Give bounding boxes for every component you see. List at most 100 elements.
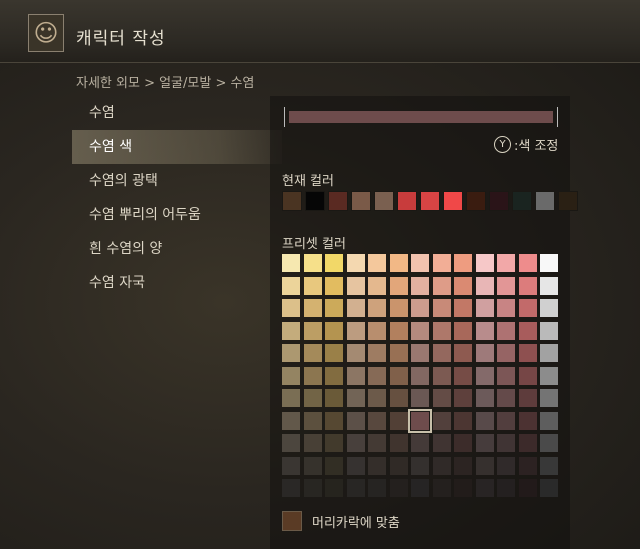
current-color-swatch[interactable] bbox=[282, 191, 302, 211]
preset-color-swatch[interactable] bbox=[540, 411, 558, 430]
preset-color-swatch[interactable] bbox=[325, 389, 343, 407]
preset-color-swatch[interactable] bbox=[497, 344, 515, 362]
preset-color-swatch[interactable] bbox=[475, 479, 494, 497]
preset-color-swatch[interactable] bbox=[475, 456, 494, 475]
preset-color-swatch[interactable] bbox=[303, 479, 322, 497]
menu-item-stubble[interactable]: 수염 자국 bbox=[72, 266, 282, 300]
preset-color-swatch[interactable] bbox=[475, 366, 494, 385]
preset-color-swatch[interactable] bbox=[518, 254, 537, 272]
current-color-swatch[interactable] bbox=[443, 191, 463, 211]
preset-color-swatch[interactable] bbox=[540, 366, 558, 385]
preset-color-swatch[interactable] bbox=[346, 389, 365, 407]
preset-color-swatch[interactable] bbox=[497, 479, 515, 497]
preset-color-swatch[interactable] bbox=[368, 366, 386, 385]
preset-color-swatch[interactable] bbox=[325, 276, 343, 295]
current-color-bar[interactable] bbox=[284, 107, 558, 127]
preset-color-swatch[interactable] bbox=[432, 366, 451, 385]
preset-color-swatch[interactable] bbox=[303, 389, 322, 407]
preset-color-swatch[interactable] bbox=[454, 299, 472, 317]
preset-color-swatch[interactable] bbox=[432, 479, 451, 497]
preset-color-swatch[interactable] bbox=[389, 389, 408, 407]
preset-color-swatch[interactable] bbox=[518, 411, 537, 430]
preset-color-swatch[interactable] bbox=[454, 366, 472, 385]
preset-color-swatch[interactable] bbox=[432, 411, 451, 430]
preset-color-swatch[interactable] bbox=[325, 299, 343, 317]
menu-item-beard-gloss[interactable]: 수염의 광택 bbox=[72, 164, 282, 198]
current-color-swatch[interactable] bbox=[374, 191, 394, 211]
preset-color-swatch[interactable] bbox=[518, 276, 537, 295]
preset-color-swatch[interactable] bbox=[540, 321, 558, 340]
preset-color-swatch[interactable] bbox=[540, 344, 558, 362]
preset-color-swatch[interactable] bbox=[325, 254, 343, 272]
preset-color-swatch[interactable] bbox=[368, 389, 386, 407]
preset-color-swatch[interactable] bbox=[518, 344, 537, 362]
preset-color-swatch[interactable] bbox=[389, 456, 408, 475]
preset-color-swatch[interactable] bbox=[303, 434, 322, 452]
preset-color-swatch[interactable] bbox=[346, 456, 365, 475]
preset-color-swatch[interactable] bbox=[389, 276, 408, 295]
current-color-swatch[interactable] bbox=[305, 191, 325, 211]
preset-color-swatch[interactable] bbox=[303, 366, 322, 385]
preset-color-swatch[interactable] bbox=[282, 321, 300, 340]
preset-color-swatch[interactable] bbox=[303, 321, 322, 340]
preset-color-swatch[interactable] bbox=[432, 389, 451, 407]
current-color-swatch[interactable] bbox=[512, 191, 532, 211]
preset-color-swatch[interactable] bbox=[454, 276, 472, 295]
preset-color-swatch[interactable] bbox=[475, 299, 494, 317]
preset-color-swatch[interactable] bbox=[432, 254, 451, 272]
preset-color-swatch[interactable] bbox=[540, 254, 558, 272]
preset-color-swatch[interactable] bbox=[497, 456, 515, 475]
menu-item-beard-color[interactable]: 수염 색 bbox=[72, 130, 282, 164]
current-color-swatch[interactable] bbox=[466, 191, 486, 211]
preset-color-swatch[interactable] bbox=[454, 321, 472, 340]
preset-color-swatch[interactable] bbox=[475, 389, 494, 407]
preset-color-swatch[interactable] bbox=[497, 411, 515, 430]
preset-color-swatch[interactable] bbox=[325, 366, 343, 385]
preset-color-swatch[interactable] bbox=[411, 366, 429, 385]
preset-color-swatch[interactable] bbox=[540, 389, 558, 407]
preset-color-swatch[interactable] bbox=[475, 254, 494, 272]
preset-color-swatch[interactable] bbox=[303, 299, 322, 317]
preset-color-swatch[interactable] bbox=[411, 434, 429, 452]
preset-color-swatch[interactable] bbox=[475, 411, 494, 430]
preset-color-swatch[interactable] bbox=[282, 299, 300, 317]
preset-color-swatch[interactable] bbox=[282, 434, 300, 452]
preset-color-swatch[interactable] bbox=[282, 344, 300, 362]
preset-color-swatch[interactable] bbox=[389, 299, 408, 317]
preset-color-swatch[interactable] bbox=[389, 254, 408, 272]
current-color-swatch[interactable] bbox=[489, 191, 509, 211]
preset-color-swatch[interactable] bbox=[368, 254, 386, 272]
preset-color-swatch[interactable] bbox=[389, 411, 408, 430]
preset-color-swatch[interactable] bbox=[389, 366, 408, 385]
preset-color-swatch[interactable] bbox=[475, 321, 494, 340]
preset-color-swatch[interactable] bbox=[475, 434, 494, 452]
preset-color-swatch[interactable] bbox=[282, 479, 300, 497]
preset-color-swatch[interactable] bbox=[540, 434, 558, 452]
current-color-swatch[interactable] bbox=[351, 191, 371, 211]
preset-color-swatch[interactable] bbox=[303, 456, 322, 475]
preset-color-swatch[interactable] bbox=[325, 321, 343, 340]
match-hair-swatch[interactable] bbox=[282, 511, 302, 531]
match-hair-option[interactable]: 머리카락에 맞춤 bbox=[282, 511, 400, 531]
preset-color-swatch[interactable] bbox=[411, 321, 429, 340]
preset-color-swatch[interactable] bbox=[540, 456, 558, 475]
preset-color-swatch[interactable] bbox=[518, 299, 537, 317]
preset-color-swatch[interactable] bbox=[497, 321, 515, 340]
preset-color-swatch[interactable] bbox=[475, 344, 494, 362]
preset-color-swatch[interactable] bbox=[282, 276, 300, 295]
current-color-swatch[interactable] bbox=[420, 191, 440, 211]
preset-color-swatch[interactable] bbox=[497, 366, 515, 385]
preset-color-swatch[interactable] bbox=[389, 434, 408, 452]
preset-color-swatch[interactable] bbox=[282, 366, 300, 385]
preset-color-swatch[interactable] bbox=[346, 276, 365, 295]
preset-color-swatch[interactable] bbox=[454, 479, 472, 497]
preset-color-swatch[interactable] bbox=[454, 434, 472, 452]
preset-color-swatch[interactable] bbox=[282, 254, 300, 272]
preset-color-swatch[interactable] bbox=[475, 276, 494, 295]
preset-color-swatch[interactable] bbox=[325, 411, 343, 430]
preset-color-swatch[interactable] bbox=[518, 389, 537, 407]
preset-color-swatch[interactable] bbox=[346, 411, 365, 430]
preset-color-swatch[interactable] bbox=[346, 479, 365, 497]
preset-color-swatch[interactable] bbox=[325, 344, 343, 362]
preset-color-swatch[interactable] bbox=[368, 344, 386, 362]
